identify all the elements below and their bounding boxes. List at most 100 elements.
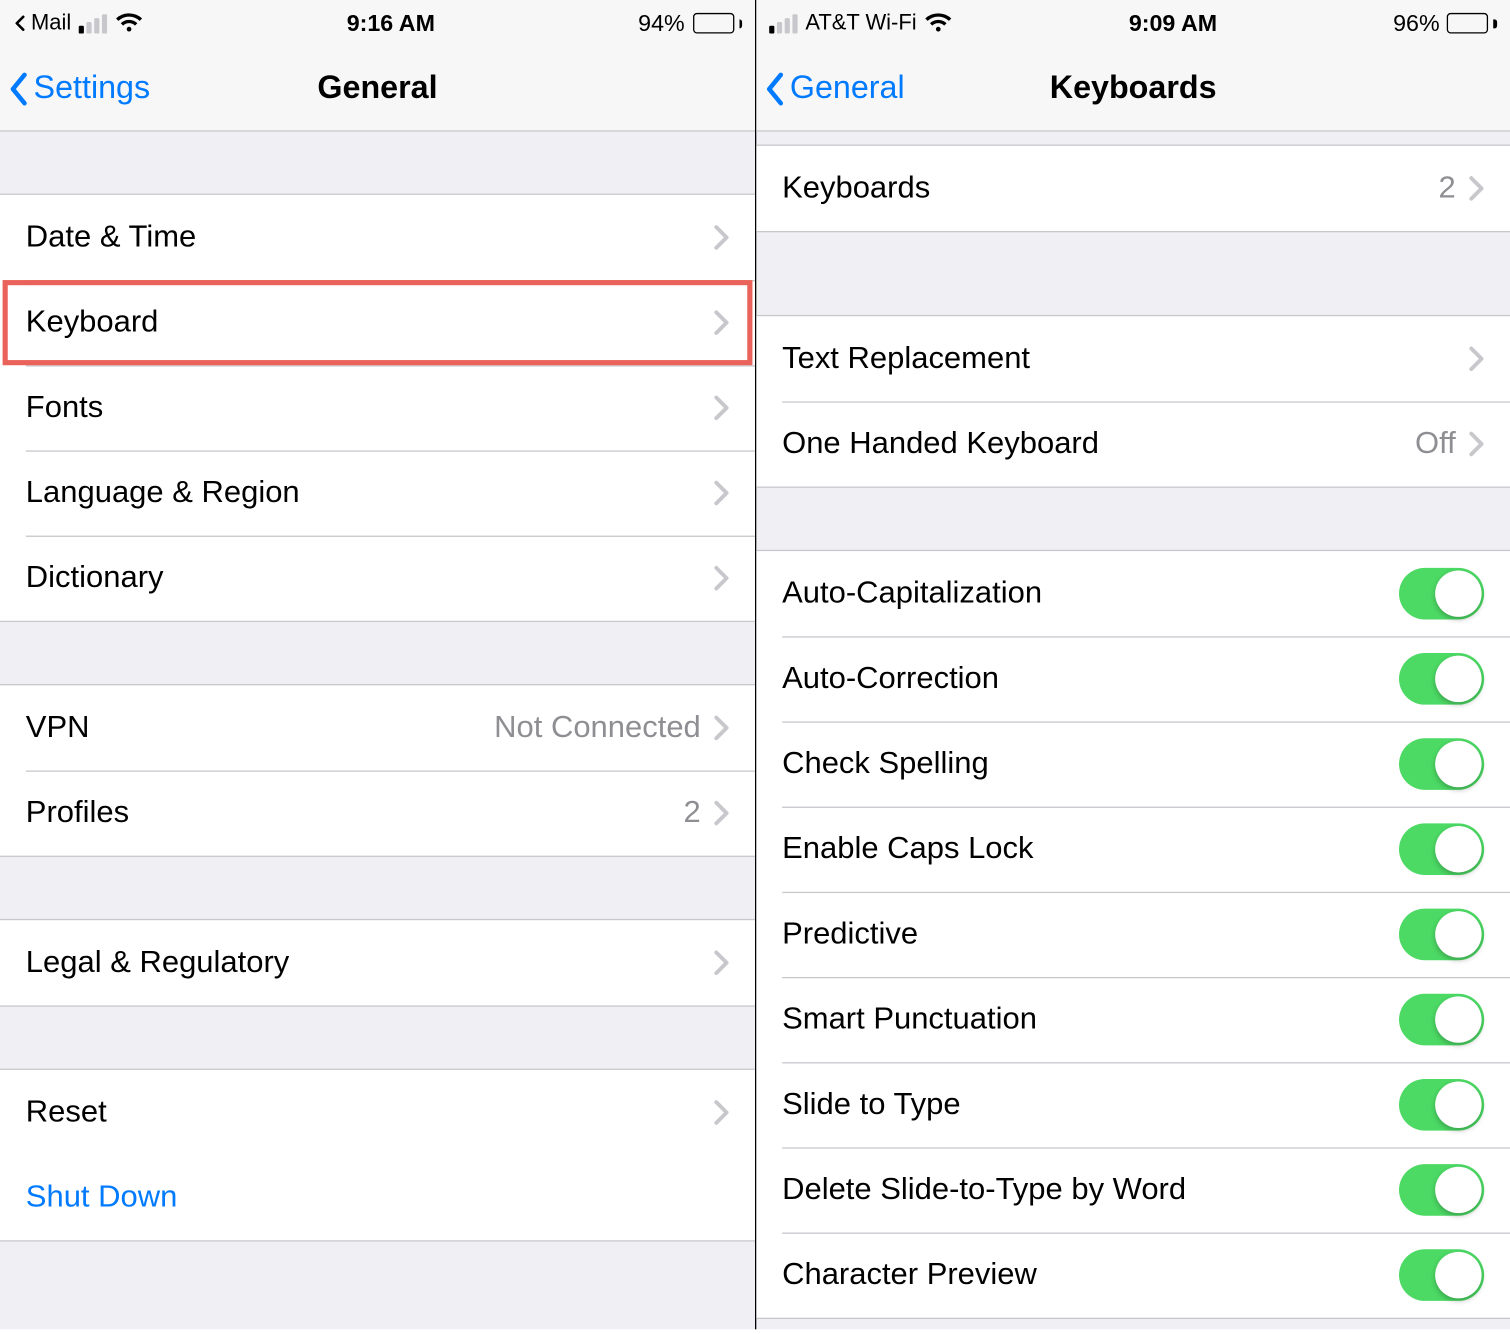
row-label: Date & Time — [26, 219, 714, 255]
chevron-left-icon — [8, 70, 31, 106]
back-app-label: Mail — [31, 10, 71, 36]
toggle-character-preview[interactable] — [1399, 1249, 1484, 1301]
toggle-smart-punctuation[interactable] — [1399, 994, 1484, 1046]
wifi-icon — [924, 12, 952, 35]
row-label: Profiles — [26, 795, 684, 831]
row-label: Legal & Regulatory — [26, 945, 714, 981]
screen-general: Mail 9:16 AM 94% Settings General — [0, 0, 755, 1329]
cellular-signal-icon — [769, 14, 797, 33]
row-vpn[interactable]: VPN Not Connected — [0, 685, 755, 770]
row-label: Auto-Correction — [782, 661, 1399, 697]
row-one-handed-keyboard[interactable]: One Handed Keyboard Off — [756, 401, 1510, 486]
settings-group: Keyboards 2 — [756, 145, 1510, 233]
row-legal-regulatory[interactable]: Legal & Regulatory — [0, 920, 755, 1005]
row-label: Dictionary — [26, 560, 714, 596]
chevron-right-icon — [1469, 431, 1484, 457]
back-to-app[interactable]: Mail — [13, 10, 71, 36]
row-profiles[interactable]: Profiles 2 — [0, 770, 755, 855]
row-label: Shut Down — [26, 1180, 729, 1216]
status-bar: AT&T Wi-Fi 9:09 AM 96% — [756, 0, 1510, 46]
row-value: 2 — [684, 795, 701, 831]
screen-keyboards: AT&T Wi-Fi 9:09 AM 96% General Keyboards… — [755, 0, 1510, 1329]
row-dictionary[interactable]: Dictionary — [0, 536, 755, 621]
chevron-right-icon — [714, 225, 729, 251]
carrier-label: AT&T Wi-Fi — [805, 10, 916, 36]
row-label: Enable Caps Lock — [782, 831, 1399, 867]
battery-icon — [692, 13, 742, 34]
battery-percent: 94% — [638, 10, 685, 37]
row-shut-down[interactable]: Shut Down — [0, 1155, 755, 1240]
nav-back-label: General — [790, 70, 905, 107]
row-value: Off — [1415, 426, 1456, 462]
row-label: Reset — [26, 1094, 714, 1130]
row-reset[interactable]: Reset — [0, 1070, 755, 1155]
row-label: Character Preview — [782, 1257, 1399, 1293]
chevron-right-icon — [714, 1100, 729, 1126]
row-label: Smart Punctuation — [782, 1002, 1399, 1038]
nav-bar: Settings General — [0, 46, 755, 131]
back-caret-icon — [13, 15, 28, 30]
row-enable-caps-lock: Enable Caps Lock — [756, 807, 1510, 892]
row-value: Not Connected — [494, 710, 701, 746]
row-label: Keyboard — [26, 305, 714, 341]
settings-group: Reset Shut Down — [0, 1069, 755, 1242]
row-label: Language & Region — [26, 475, 714, 511]
toggle-auto-correction[interactable] — [1399, 653, 1484, 705]
chevron-right-icon — [714, 565, 729, 591]
row-auto-correction: Auto-Correction — [756, 636, 1510, 721]
chevron-right-icon — [1469, 176, 1484, 202]
nav-title: General — [317, 70, 437, 107]
row-label: Auto-Capitalization — [782, 576, 1399, 612]
row-language-region[interactable]: Language & Region — [0, 450, 755, 535]
row-label: Slide to Type — [782, 1087, 1399, 1123]
row-value: 2 — [1439, 170, 1456, 206]
row-label: Predictive — [782, 916, 1399, 952]
row-label: One Handed Keyboard — [782, 426, 1415, 462]
nav-title: Keyboards — [1050, 70, 1217, 107]
settings-group: Auto-Capitalization Auto-Correction Chec… — [756, 550, 1510, 1319]
row-date-time[interactable]: Date & Time — [0, 195, 755, 280]
nav-bar: General Keyboards — [756, 46, 1510, 131]
row-fonts[interactable]: Fonts — [0, 365, 755, 450]
row-character-preview: Character Preview — [756, 1233, 1510, 1318]
row-label: Fonts — [26, 390, 714, 426]
settings-group: Legal & Regulatory — [0, 919, 755, 1007]
toggle-predictive[interactable] — [1399, 909, 1484, 961]
nav-back-button[interactable]: General — [764, 46, 905, 130]
chevron-right-icon — [714, 480, 729, 506]
chevron-right-icon — [714, 800, 729, 826]
row-check-spelling: Check Spelling — [756, 721, 1510, 806]
settings-group: VPN Not Connected Profiles 2 — [0, 684, 755, 857]
row-slide-to-type: Slide to Type — [756, 1062, 1510, 1147]
row-keyboard[interactable]: Keyboard — [0, 280, 755, 365]
battery-percent: 96% — [1393, 10, 1440, 37]
nav-back-label: Settings — [34, 70, 151, 107]
row-text-replacement[interactable]: Text Replacement — [756, 316, 1510, 401]
cellular-signal-icon — [79, 14, 107, 33]
toggle-delete-slide-to-type[interactable] — [1399, 1164, 1484, 1216]
wifi-icon — [115, 12, 143, 35]
chevron-right-icon — [714, 395, 729, 421]
row-keyboards[interactable]: Keyboards 2 — [756, 146, 1510, 231]
row-label: Keyboards — [782, 170, 1438, 206]
chevron-right-icon — [714, 950, 729, 976]
row-label: VPN — [26, 710, 494, 746]
status-time: 9:09 AM — [1129, 10, 1217, 37]
row-label: Text Replacement — [782, 341, 1469, 377]
row-label: Check Spelling — [782, 746, 1399, 782]
status-time: 9:16 AM — [347, 10, 435, 37]
settings-group: Text Replacement One Handed Keyboard Off — [756, 315, 1510, 488]
chevron-right-icon — [714, 310, 729, 336]
toggle-slide-to-type[interactable] — [1399, 1079, 1484, 1131]
battery-icon — [1447, 13, 1497, 34]
chevron-right-icon — [714, 715, 729, 741]
toggle-enable-caps-lock[interactable] — [1399, 823, 1484, 875]
toggle-check-spelling[interactable] — [1399, 738, 1484, 790]
row-label: Delete Slide-to-Type by Word — [782, 1172, 1399, 1208]
row-delete-slide-to-type: Delete Slide-to-Type by Word — [756, 1147, 1510, 1232]
nav-back-button[interactable]: Settings — [8, 46, 150, 130]
row-auto-capitalization: Auto-Capitalization — [756, 551, 1510, 636]
row-smart-punctuation: Smart Punctuation — [756, 977, 1510, 1062]
status-bar: Mail 9:16 AM 94% — [0, 0, 755, 46]
toggle-auto-capitalization[interactable] — [1399, 568, 1484, 620]
